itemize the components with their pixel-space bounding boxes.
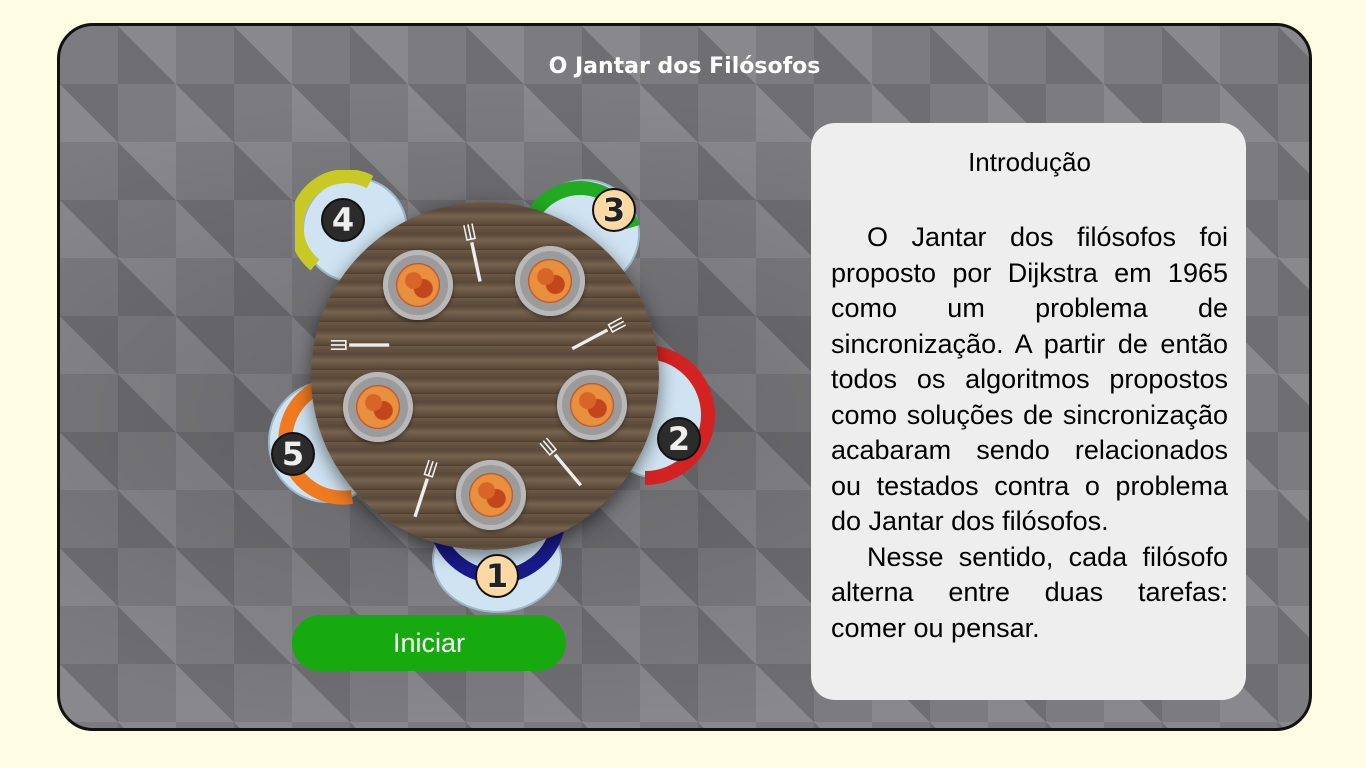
fork-icon-c[interactable] bbox=[329, 340, 391, 350]
intro-panel: Introdução O Jantar dos filósofos foi pr… bbox=[811, 123, 1246, 700]
plate-icon-4[interactable] bbox=[383, 250, 453, 320]
fork-icon-a[interactable] bbox=[463, 222, 486, 285]
plate-icon-3[interactable] bbox=[515, 246, 585, 316]
plate-icon-2[interactable] bbox=[557, 370, 627, 440]
game-frame: O Jantar dos Filósofos 4 3 2 5 1 Iniciar… bbox=[57, 23, 1312, 731]
philosopher-badge-4[interactable]: 4 bbox=[321, 198, 365, 242]
start-button[interactable]: Iniciar bbox=[292, 615, 566, 671]
dining-scene: 4 3 2 5 1 bbox=[205, 144, 715, 613]
intro-paragraph-2: Nesse sentido, cada filósofo alterna ent… bbox=[831, 541, 1228, 643]
fork-icon-e[interactable] bbox=[538, 436, 586, 490]
intro-text: O Jantar dos filósofos foi proposto por … bbox=[831, 220, 1228, 646]
philosopher-badge-1[interactable]: 1 bbox=[475, 554, 519, 598]
philosopher-badge-3[interactable]: 3 bbox=[592, 188, 636, 232]
dining-table bbox=[311, 202, 659, 550]
philosopher-badge-2[interactable]: 2 bbox=[657, 417, 701, 461]
plate-icon-1[interactable] bbox=[456, 460, 526, 530]
fork-icon-b[interactable] bbox=[568, 316, 627, 354]
plate-icon-5[interactable] bbox=[343, 372, 413, 442]
intro-title: Introdução bbox=[968, 147, 1091, 177]
philosopher-badge-5[interactable]: 5 bbox=[271, 432, 315, 476]
page-title: O Jantar dos Filósofos bbox=[548, 54, 821, 79]
intro-paragraph-1: O Jantar dos filósofos foi proposto por … bbox=[831, 222, 1228, 536]
fork-icon-d[interactable] bbox=[410, 458, 439, 520]
